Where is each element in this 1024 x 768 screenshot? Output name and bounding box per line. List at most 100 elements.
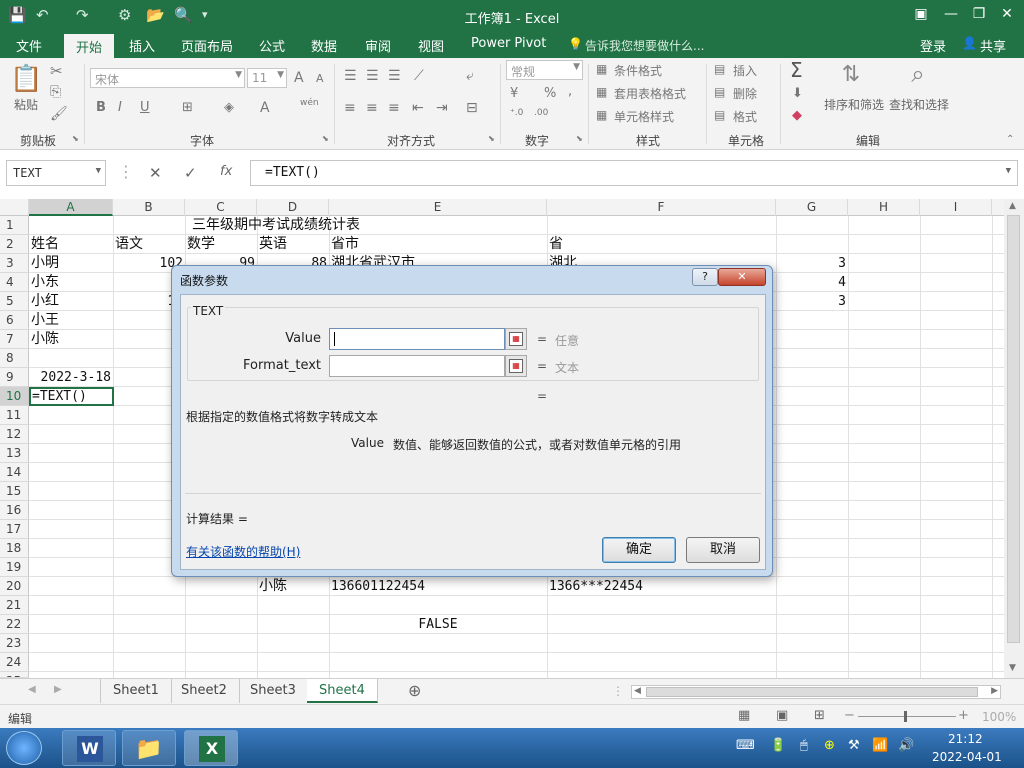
- taskbar-word[interactable]: W: [62, 730, 116, 766]
- paste-icon[interactable]: 📋: [10, 64, 42, 94]
- table-format-button[interactable]: 套用表格格式: [614, 85, 686, 102]
- increase-decimal-icon[interactable]: ⁺.0: [510, 108, 523, 118]
- row-header[interactable]: 15: [0, 482, 29, 501]
- scroll-thumb[interactable]: [1007, 215, 1020, 643]
- align-top-icon[interactable]: ☰: [344, 68, 357, 84]
- tools-icon[interactable]: ⚒: [848, 738, 860, 753]
- row-header[interactable]: 9: [0, 368, 29, 387]
- row-header[interactable]: 21: [0, 596, 29, 615]
- cell[interactable]: 小陈: [259, 577, 287, 596]
- copy-icon[interactable]: ⎘: [50, 84, 61, 100]
- tab-file[interactable]: 文件: [16, 36, 42, 55]
- sheet-tab-2[interactable]: Sheet2: [169, 679, 240, 703]
- format-cells-icon[interactable]: ▤: [714, 108, 725, 122]
- currency-icon[interactable]: ¥: [510, 86, 518, 101]
- row-header[interactable]: 16: [0, 501, 29, 520]
- column-header-b[interactable]: B: [113, 199, 185, 216]
- scroll-right-icon[interactable]: ▶: [991, 686, 998, 696]
- row-header[interactable]: 18: [0, 539, 29, 558]
- tab-review[interactable]: 审阅: [365, 36, 391, 55]
- tab-formulas[interactable]: 公式: [259, 36, 285, 55]
- column-header-f[interactable]: F: [547, 199, 776, 216]
- cell[interactable]: FALSE: [329, 615, 547, 634]
- sheet-next-icon[interactable]: ▶: [54, 684, 62, 695]
- row-header[interactable]: 24: [0, 653, 29, 672]
- orientation-icon[interactable]: ⟋: [414, 68, 424, 84]
- tab-view[interactable]: 视图: [418, 36, 444, 55]
- tab-data[interactable]: 数据: [311, 36, 337, 55]
- sort-filter-icon[interactable]: ⇅: [834, 62, 868, 87]
- name-box[interactable]: TEXT ▼: [6, 160, 106, 186]
- cancel-formula-icon[interactable]: ✕: [149, 164, 162, 182]
- sort-filter-button[interactable]: 排序和筛选: [822, 96, 886, 113]
- phonetic-button[interactable]: wén: [300, 98, 319, 108]
- restore-icon[interactable]: ❐: [966, 4, 992, 24]
- arg1-collapse-button[interactable]: ▦: [505, 328, 527, 350]
- fill-icon[interactable]: ⬇: [792, 86, 803, 101]
- minimize-icon[interactable]: —: [938, 4, 964, 24]
- ribbon-display-icon[interactable]: ▣: [908, 4, 934, 24]
- network-icon[interactable]: 📶: [872, 738, 888, 753]
- sheet-tab-1[interactable]: Sheet1: [100, 679, 172, 703]
- table-format-icon[interactable]: ▦: [596, 85, 607, 99]
- page-layout-view-icon[interactable]: ▣: [776, 708, 788, 723]
- horizontal-scrollbar[interactable]: ◀ ▶: [631, 685, 1001, 699]
- column-header-d[interactable]: D: [257, 199, 329, 216]
- autosum-icon[interactable]: Σ: [790, 58, 803, 82]
- wrap-text-icon[interactable]: ⤶: [466, 68, 474, 84]
- column-header-g[interactable]: G: [776, 199, 848, 216]
- cell-title[interactable]: 三年级期中考试成绩统计表: [192, 216, 360, 235]
- keyboard-icon[interactable]: ⌨: [736, 738, 755, 753]
- clipboard-launcher-icon[interactable]: ⬊: [72, 134, 79, 143]
- insert-function-icon[interactable]: fx: [220, 164, 232, 179]
- cell-header-province[interactable]: 省: [549, 235, 563, 254]
- login-link[interactable]: 登录: [920, 36, 946, 55]
- cancel-button[interactable]: 取消: [686, 537, 760, 563]
- number-format-combo[interactable]: 常规 ▼: [506, 60, 583, 80]
- cell[interactable]: 小王: [31, 311, 59, 330]
- function-help-link[interactable]: 有关该函数的帮助(H): [186, 543, 300, 560]
- cell[interactable]: 小陈: [31, 330, 59, 349]
- merge-center-icon[interactable]: ⊟: [466, 100, 478, 116]
- row-header[interactable]: 7: [0, 330, 29, 349]
- arg2-input[interactable]: [329, 355, 505, 377]
- insert-cells-button[interactable]: 插入: [733, 62, 757, 79]
- normal-view-icon[interactable]: ▦: [738, 708, 750, 723]
- zoom-in-icon[interactable]: +: [958, 708, 969, 723]
- row-header[interactable]: 19: [0, 558, 29, 577]
- column-header-h[interactable]: H: [848, 199, 920, 216]
- font-color-button[interactable]: A: [260, 100, 270, 116]
- row-header[interactable]: 5: [0, 292, 29, 311]
- close-icon[interactable]: ✕: [994, 4, 1020, 24]
- tell-me-icon[interactable]: 💡: [568, 37, 583, 51]
- cell-header-name[interactable]: 姓名: [31, 235, 59, 254]
- active-cell[interactable]: =TEXT(): [29, 387, 114, 406]
- align-bottom-icon[interactable]: ☰: [388, 68, 401, 84]
- align-middle-icon[interactable]: ☰: [366, 68, 379, 84]
- cell-date[interactable]: 2022-3-18: [29, 368, 111, 387]
- cell[interactable]: 小明: [31, 254, 59, 273]
- update-icon[interactable]: ⊕: [824, 738, 835, 753]
- row-header[interactable]: 3: [0, 254, 29, 273]
- scroll-up-icon[interactable]: ▲: [1009, 201, 1016, 211]
- row-header[interactable]: 2: [0, 235, 29, 254]
- font-size-combo[interactable]: 11 ▼: [247, 68, 287, 88]
- row-header[interactable]: 8: [0, 349, 29, 368]
- collapse-ribbon-icon[interactable]: ⌃: [1006, 134, 1014, 145]
- device-icon[interactable]: 🖱: [800, 738, 808, 753]
- cell[interactable]: 4: [776, 273, 846, 292]
- page-break-view-icon[interactable]: ⊞: [814, 708, 825, 723]
- decrease-indent-icon[interactable]: ⇤: [412, 100, 424, 116]
- find-select-button[interactable]: 查找和选择: [886, 96, 952, 113]
- row-header[interactable]: 13: [0, 444, 29, 463]
- share-button[interactable]: 共享: [980, 36, 1006, 55]
- delete-cells-button[interactable]: 删除: [733, 85, 757, 102]
- hscroll-thumb[interactable]: [646, 687, 978, 697]
- battery-icon[interactable]: 🔋: [770, 738, 786, 753]
- cell-styles-button[interactable]: 单元格样式: [614, 108, 674, 125]
- cell-header-english[interactable]: 英语: [259, 235, 287, 254]
- new-sheet-icon[interactable]: ⊕: [408, 681, 421, 700]
- sheet-tab-3[interactable]: Sheet3: [238, 679, 309, 703]
- cell[interactable]: 136601122454: [331, 577, 425, 596]
- clock-date[interactable]: 2022-04-01: [932, 750, 1002, 764]
